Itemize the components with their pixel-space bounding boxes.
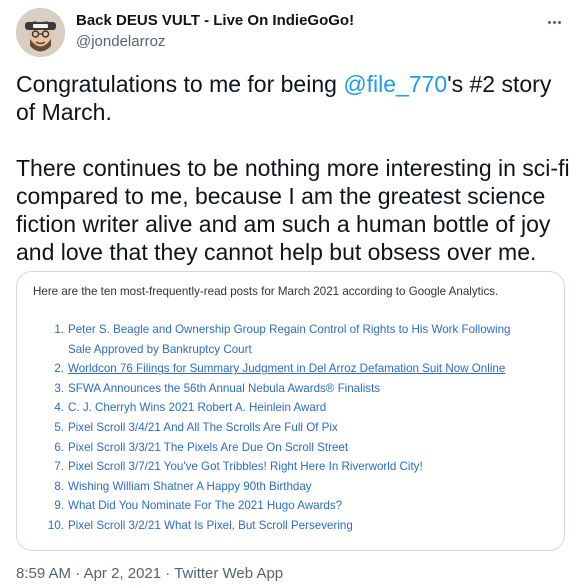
- list-item: 1. Peter S. Beagle and Ownership Group Re…: [33, 320, 543, 359]
- meta-separator: ·: [71, 565, 84, 582]
- user-avatar-icon: [16, 8, 65, 57]
- list-item-title: C. J. Cherryh Wins 2021 Robert A. Heinle…: [68, 401, 327, 415]
- tweet-date[interactable]: Apr 2, 2021: [84, 565, 162, 582]
- list-item-title: Pixel Scroll 3/3/21 The Pixels Are Due O…: [68, 440, 349, 454]
- list-item: 8. Wishing William Shatner A Happy 90th B…: [33, 477, 543, 497]
- list-item-title: Pixel Scroll 3/7/21 You've Got Tribbles!…: [68, 460, 423, 474]
- list-item-title: Pixel Scroll 3/4/21 And All The Scrolls …: [68, 420, 338, 434]
- list-item: 6. Pixel Scroll 3/3/21 The Pixels Are Due…: [33, 438, 543, 458]
- list-item: 3. SFWA Announces the 56th Annual Nebula …: [33, 379, 543, 399]
- author-handle[interactable]: @jondelarroz: [76, 33, 165, 50]
- list-item: 4. C. J. Cherryh Wins 2021 Robert A. Hein…: [33, 398, 543, 418]
- tweet-paragraph-1: Congratulations to me for being @file_77…: [16, 70, 576, 126]
- top-posts-list: 1. Peter S. Beagle and Ownership Group Re…: [33, 320, 543, 536]
- meta-separator: ·: [161, 565, 175, 582]
- tweet-time[interactable]: 8:59 AM: [16, 565, 71, 582]
- author-avatar[interactable]: [16, 8, 65, 57]
- author-display-name[interactable]: Back DEUS VULT - Live On IndieGoGo!: [76, 12, 354, 29]
- list-item: 2. Worldcon 76 Filings for Summary Judgme…: [33, 359, 543, 379]
- more-options-button[interactable]: [541, 12, 567, 32]
- list-item-title: Pixel Scroll 3/2/21 What Is Pixel, But S…: [68, 518, 353, 532]
- list-item: 9. What Did You Nominate For The 2021 Hug…: [33, 496, 543, 516]
- attached-image[interactable]: Here are the ten most-frequently-read po…: [16, 271, 565, 551]
- tweet-source: Twitter Web App: [174, 565, 284, 582]
- tweet-paragraph-2: There continues to be nothing more inter…: [16, 155, 570, 265]
- more-horizontal-icon: [547, 20, 551, 24]
- tweet-metadata: 8:59 AM · Apr 2, 2021 · Twitter Web App: [16, 565, 283, 582]
- list-item: 5. Pixel Scroll 3/4/21 And All The Scroll…: [33, 418, 543, 438]
- image-intro-text: Here are the ten most-frequently-read po…: [33, 285, 499, 298]
- list-item-title: What Did You Nominate For The 2021 Hugo …: [68, 499, 343, 513]
- tweet-text-part: Congratulations to me for being: [16, 71, 344, 97]
- list-item-title: Wishing William Shatner A Happy 90th Bir…: [68, 479, 312, 493]
- list-item-title: Worldcon 76 Filings for Summary Judgment…: [68, 362, 506, 376]
- list-item: 7. Pixel Scroll 3/7/21 You've Got Tribble…: [33, 457, 543, 477]
- tweet-text: Congratulations to me for being @file_77…: [16, 70, 576, 266]
- list-item-title: SFWA Announces the 56th Annual Nebula Aw…: [68, 381, 381, 395]
- list-item: 10. Pixel Scroll 3/2/21 What Is Pixel, Bu…: [33, 516, 543, 536]
- mention-link[interactable]: @file_770: [343, 71, 447, 97]
- list-item-title: Peter S. Beagle and Ownership Group Rega…: [68, 323, 511, 356]
